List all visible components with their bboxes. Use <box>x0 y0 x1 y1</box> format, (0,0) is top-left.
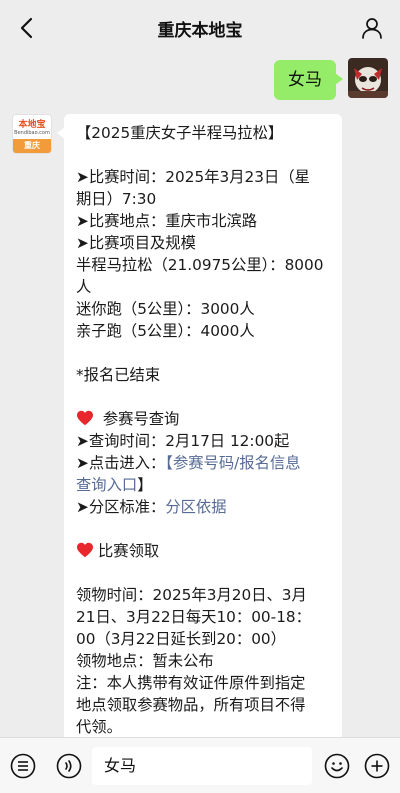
heart-icon <box>77 410 93 426</box>
back-button[interactable] <box>12 14 40 42</box>
message-line: 人 <box>76 276 330 298</box>
avatar-city-text: 重庆 <box>13 139 51 153</box>
line-text: ➤比赛地点：重庆市北滨路 <box>76 212 258 230</box>
message-link[interactable]: 分区依据 <box>165 498 226 516</box>
message-line: 注：本人携带有效证件原件到指定 <box>76 672 330 694</box>
incoming-message: 本地宝 Bendibao.com 重庆 【2025重庆女子半程马拉松】 ➤比赛时间… <box>12 114 342 737</box>
outgoing-bubble[interactable]: 女马 <box>274 60 343 100</box>
incoming-bubble[interactable]: 【2025重庆女子半程马拉松】 ➤比赛时间：2025年3月23日（星 期日）7:30… <box>57 114 342 737</box>
line-text: 领物地点：暂未公布 <box>76 652 214 670</box>
line-text: *报名已结束 <box>76 366 161 384</box>
emoji-button[interactable] <box>322 751 352 781</box>
message-line: ➤比赛地点：重庆市北滨路 <box>76 210 330 232</box>
avatar-image <box>348 58 388 98</box>
message-link[interactable]: 【参赛号码/报名信息 <box>165 454 300 472</box>
message-line: 亲子跑（5公里）：4000人 <box>76 320 330 342</box>
message-line <box>76 562 330 584</box>
line-text: 00（3月22日延长到20：00） <box>76 630 286 648</box>
chevron-left-icon <box>20 17 33 39</box>
chat-title: 重庆本地宝 <box>157 20 243 41</box>
message-line: 00（3月22日延长到20：00） <box>76 628 330 650</box>
message-line: ➤分区标准：分区依据 <box>76 496 330 518</box>
menu-button[interactable] <box>8 751 38 781</box>
add-button[interactable] <box>362 751 392 781</box>
message-line <box>76 386 330 408</box>
line-text: ➤分区标准： <box>76 498 166 516</box>
plus-icon <box>364 753 390 779</box>
line-text: 半程马拉松（21.0975公里）：8000 <box>76 256 324 274</box>
message-line: 领物时间：2025年3月20日、3月 <box>76 584 330 606</box>
avatar-site-text: Bendibao.com <box>14 130 50 136</box>
line-text: 人 <box>76 278 92 296</box>
profile-button[interactable] <box>358 14 386 42</box>
message-line: 比赛领取 <box>76 540 330 562</box>
voice-button[interactable] <box>54 751 84 781</box>
message-line: 21日、3月22日每天10：00-18： <box>76 606 330 628</box>
message-line <box>76 518 330 540</box>
line-text: ➤点击进入： <box>76 454 166 472</box>
message-line: 参赛号查询 <box>76 408 330 430</box>
message-line: 代领。 <box>76 716 330 737</box>
emoji-icon <box>324 753 350 779</box>
message-line: 查询入口】 <box>76 474 330 496</box>
menu-list-icon <box>10 753 36 779</box>
line-text: 注：本人携带有效证件原件到指定 <box>76 674 306 692</box>
message-line: 半程马拉松（21.0975公里）：8000 <box>76 254 330 276</box>
message-line: 领物地点：暂未公布 <box>76 650 330 672</box>
line-text: ➤查询时间：2月17日 12:00起 <box>76 432 290 450</box>
user-avatar[interactable] <box>348 58 388 98</box>
line-text: 21日、3月22日每天10：00-18： <box>76 608 311 626</box>
message-line: ➤查询时间：2月17日 12:00起 <box>76 430 330 452</box>
message-line: 地点领取参赛物品，所有项目不得 <box>76 694 330 716</box>
input-bar <box>0 737 400 793</box>
line-text: 期日）7:30 <box>76 190 157 208</box>
message-line: ➤点击进入：【参赛号码/报名信息 <box>76 452 330 474</box>
message-line <box>76 342 330 364</box>
chat-header: 重庆本地宝 <box>0 0 400 56</box>
message-line: 【2025重庆女子半程马拉松】 <box>76 122 330 144</box>
line-text: ➤比赛时间：2025年3月23日（星 <box>76 168 310 186</box>
official-account-avatar[interactable]: 本地宝 Bendibao.com 重庆 <box>12 114 52 154</box>
line-text: 代领。 <box>76 718 122 736</box>
avatar-brand-text: 本地宝 <box>18 120 46 130</box>
line-text: 地点领取参赛物品，所有项目不得 <box>76 696 306 714</box>
line-text: 领物时间：2025年3月20日、3月 <box>76 586 307 604</box>
line-text: 亲子跑（5公里）：4000人 <box>76 322 255 340</box>
message-line: *报名已结束 <box>76 364 330 386</box>
line-text: 参赛号查询 <box>98 410 180 428</box>
chat-area[interactable]: 女马 本地宝 Bendibao.com 重庆 【2025重庆女子半程马拉松】 ➤比… <box>0 56 400 737</box>
message-input[interactable] <box>92 747 312 785</box>
line-text: 【2025重庆女子半程马拉松】 <box>76 124 284 142</box>
message-line: 期日）7:30 <box>76 188 330 210</box>
outgoing-message: 女马 <box>274 58 388 100</box>
message-link[interactable]: 查询入口 <box>76 476 137 494</box>
line-text: 】 <box>137 476 153 494</box>
line-text: ➤比赛项目及规模 <box>76 234 196 252</box>
message-line <box>76 144 330 166</box>
message-line: 迷你跑（5公里）：3000人 <box>76 298 330 320</box>
message-line: ➤比赛项目及规模 <box>76 232 330 254</box>
line-text: 比赛领取 <box>98 542 160 560</box>
message-line: ➤比赛时间：2025年3月23日（星 <box>76 166 330 188</box>
voice-icon <box>56 753 82 779</box>
user-icon <box>362 18 382 39</box>
line-text: 迷你跑（5公里）：3000人 <box>76 300 255 318</box>
heart-icon <box>77 542 93 558</box>
